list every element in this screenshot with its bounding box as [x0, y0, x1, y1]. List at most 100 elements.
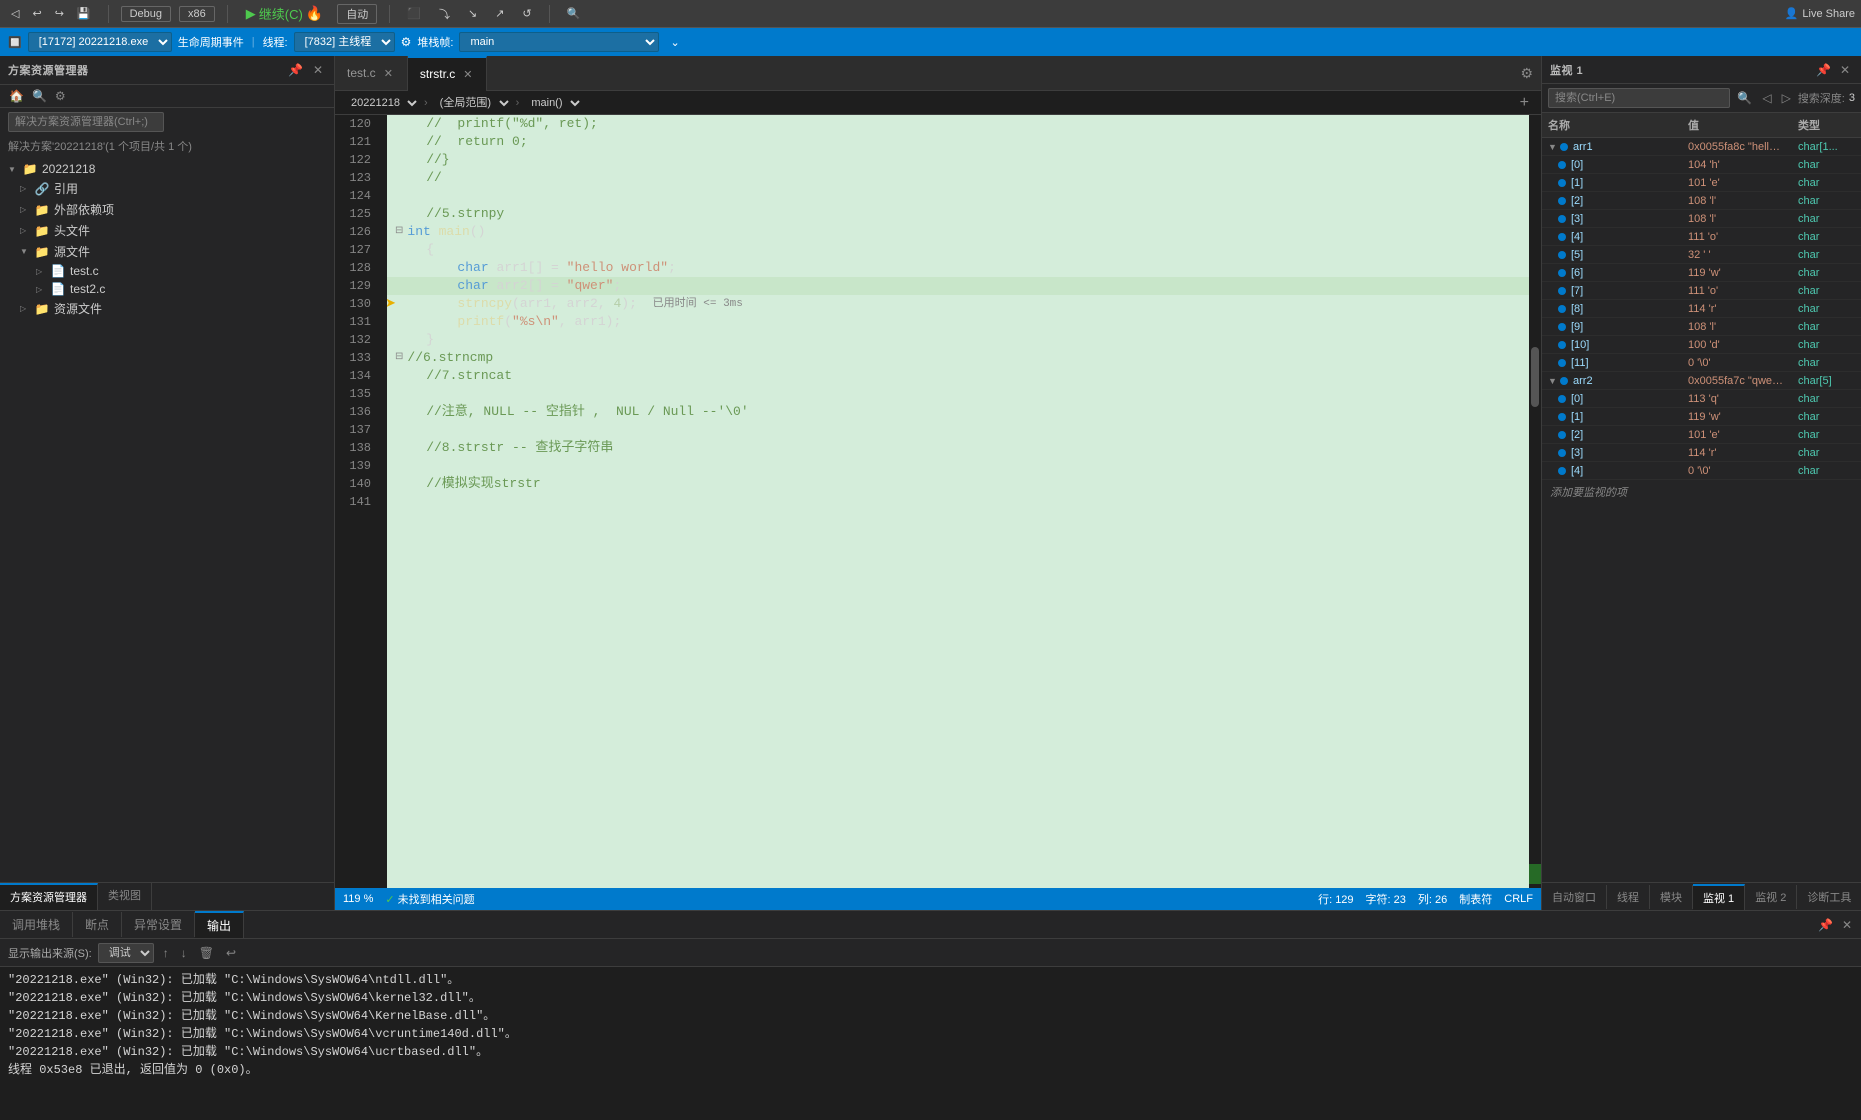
save-btn[interactable]: 💾 [72, 5, 96, 22]
watch-tab-thread[interactable]: 线程 [1607, 885, 1650, 909]
watch-row-arr1-4[interactable]: [4] 111 'o' char [1542, 228, 1861, 246]
tab-status[interactable]: 制表符 [1459, 891, 1492, 907]
redo-btn[interactable]: ↪ [50, 5, 69, 22]
step-out-btn[interactable]: ↗ [490, 5, 509, 22]
encoding-status[interactable]: CRLF [1504, 891, 1533, 907]
watch-tab-diag[interactable]: 诊断工具 [1797, 885, 1861, 909]
tab-strstr[interactable]: strstr.c ✕ [408, 56, 488, 91]
sidebar-home-btn[interactable]: 🏠 [6, 88, 27, 104]
watch-row-arr1[interactable]: ▼ arr1 0x0055fa8c "hello ..." 🔍 char[1..… [1542, 138, 1861, 156]
watch-row-arr1-9[interactable]: [9] 108 'l' char [1542, 318, 1861, 336]
watch-row-arr1-0[interactable]: [0] 104 'h' char [1542, 156, 1861, 174]
undo-btn[interactable]: ↩ [27, 5, 46, 22]
editor-settings-btn[interactable]: ⚙ [1512, 65, 1541, 82]
tree-item-test2c[interactable]: ▷ 📄 test2.c [0, 280, 334, 298]
line-status[interactable]: 行: 129 [1318, 891, 1353, 907]
output-clear[interactable]: 🗑 [196, 945, 217, 961]
step-over-btn[interactable]: ⤵ [434, 4, 455, 24]
watch-type-arr2-1: char [1792, 410, 1852, 424]
problem-status[interactable]: ✓ 未找到相关问题 [385, 891, 474, 907]
watch-close-btn[interactable]: ✕ [1837, 62, 1853, 78]
stack-expand-btn[interactable]: ⌄ [665, 34, 684, 51]
watch-tab-watch2[interactable]: 监视 2 [1745, 885, 1797, 909]
continue-btn[interactable]: ▶ 继续(C) 🔥 [240, 2, 329, 25]
watch-pin-btn[interactable]: 📌 [1813, 62, 1834, 78]
col-status[interactable]: 列: 26 [1418, 891, 1447, 907]
thread-select[interactable]: [7832] 主线程 [294, 32, 395, 52]
watch-row-arr1-3[interactable]: [3] 108 'l' char [1542, 210, 1861, 228]
watch-search-btn[interactable]: 🔍 [1734, 90, 1755, 106]
process-select[interactable]: [17172] 20221218.exe [28, 32, 172, 52]
watch-row-arr2-2[interactable]: [2] 101 'e' char [1542, 426, 1861, 444]
output-scroll-up[interactable]: ↑ [160, 945, 172, 961]
back-btn[interactable]: ◁ [6, 5, 24, 22]
watch-nav-fwd[interactable]: ▷ [1779, 90, 1794, 106]
tree-item-external[interactable]: ▷ 📁 外部依赖项 [0, 199, 334, 220]
tree-item-resource[interactable]: ▷ 📁 资源文件 [0, 298, 334, 319]
watch-row-arr1-11[interactable]: [11] 0 '\0' char [1542, 354, 1861, 372]
event-label: 生命周期事件 [178, 34, 244, 50]
stack-select[interactable]: main [459, 32, 659, 52]
watch-row-arr2-3[interactable]: [3] 114 'r' char [1542, 444, 1861, 462]
output-source-select[interactable]: 调试 [98, 943, 154, 963]
watch-nav-back[interactable]: ◁ [1759, 90, 1774, 106]
sidebar-pin-btn[interactable]: 📌 [285, 62, 306, 78]
live-share-btn[interactable]: 👤 Live Share [1785, 7, 1855, 20]
folder-icon-header: 📁 [34, 224, 50, 238]
filter-icon[interactable]: ⚙ [401, 35, 412, 49]
sidebar-settings-btn[interactable]: ⚙ [52, 88, 69, 104]
code-content[interactable]: // printf("%d", ret); // return 0; //} /… [387, 115, 1529, 888]
tree-item-source[interactable]: ▼ 📁 源文件 [0, 241, 334, 262]
sidebar-tab-classview[interactable]: 类视图 [98, 883, 152, 910]
output-scroll-down[interactable]: ↓ [178, 945, 190, 961]
watch-row-arr2-1[interactable]: [1] 119 'w' char [1542, 408, 1861, 426]
watch-row-arr2[interactable]: ▼ arr2 0x0055fa7c "qwer" 🔍 char[5] [1542, 372, 1861, 390]
tree-item-20221218[interactable]: ▼ 📁 20221218 [0, 160, 334, 178]
bottom-tab-breakpoints[interactable]: 断点 [73, 912, 122, 937]
output-close-btn[interactable]: ✕ [1839, 917, 1855, 933]
watch-row-arr1-8[interactable]: [8] 114 'r' char [1542, 300, 1861, 318]
editor-scrollbar[interactable] [1529, 115, 1541, 888]
watch-row-arr1-1[interactable]: [1] 101 'e' char [1542, 174, 1861, 192]
tree-item-testc[interactable]: ▷ 📄 test.c [0, 262, 334, 280]
watch-tab-module[interactable]: 模块 [1650, 885, 1693, 909]
bottom-tab-output[interactable]: 输出 [195, 911, 244, 938]
sidebar-tab-solution[interactable]: 方案资源管理器 [0, 883, 98, 910]
step-in-btn[interactable]: ↘ [463, 5, 482, 22]
tree-item-ref[interactable]: ▷ 🔗 引用 [0, 178, 334, 199]
watch-row-arr1-2[interactable]: [2] 108 'l' char [1542, 192, 1861, 210]
breadcrumb-fn-select[interactable]: main() [523, 93, 583, 113]
sidebar-search-input[interactable] [8, 112, 164, 132]
watch-row-arr1-6[interactable]: [6] 119 'w' char [1542, 264, 1861, 282]
sidebar-search-btn[interactable]: 🔍 [29, 88, 50, 104]
watch-tab-watch1[interactable]: 监视 1 [1693, 884, 1745, 910]
breadcrumb-file-select[interactable]: 20221218 [343, 93, 420, 113]
watch-row-arr1-10[interactable]: [10] 100 'd' char [1542, 336, 1861, 354]
expand-arr2[interactable]: ▼ [1548, 376, 1558, 386]
watch-tab-auto[interactable]: 自动窗口 [1542, 885, 1607, 909]
bottom-tab-callstack[interactable]: 调用堆栈 [0, 912, 73, 937]
breakpoint-btn[interactable]: ⬛ [402, 5, 426, 22]
watch-search-input[interactable] [1548, 88, 1730, 108]
tab-testc-close[interactable]: ✕ [382, 67, 395, 80]
watch-row-arr2-0[interactable]: [0] 113 'q' char [1542, 390, 1861, 408]
watch-row-arr1-7[interactable]: [7] 111 'o' char [1542, 282, 1861, 300]
char-status[interactable]: 字符: 23 [1366, 891, 1406, 907]
tab-strstr-close[interactable]: ✕ [461, 68, 474, 81]
arrow-external: ▷ [20, 205, 30, 214]
output-wrap[interactable]: ↩ [223, 945, 239, 961]
sidebar-close-btn[interactable]: ✕ [310, 62, 326, 78]
search-toolbar-btn[interactable]: 🔍 [562, 5, 586, 22]
restart-btn[interactable]: ↺ [517, 5, 536, 22]
tab-testc[interactable]: test.c ✕ [335, 56, 408, 91]
watch-row-arr1-5[interactable]: [5] 32 ' ' char [1542, 246, 1861, 264]
tree-item-header[interactable]: ▷ 📁 头文件 [0, 220, 334, 241]
zoom-status[interactable]: 119 % [343, 893, 373, 905]
watch-add-item[interactable]: 添加要监视的项 [1542, 480, 1861, 504]
bottom-tab-exceptions[interactable]: 异常设置 [122, 912, 195, 937]
output-pin-btn[interactable]: 📌 [1815, 917, 1836, 933]
breadcrumb-scope-select[interactable]: (全局范围) [432, 93, 512, 113]
breadcrumb-add-btn[interactable]: + [1516, 94, 1533, 112]
watch-row-arr2-4[interactable]: [4] 0 '\0' char [1542, 462, 1861, 480]
expand-arr1[interactable]: ▼ [1548, 142, 1558, 152]
